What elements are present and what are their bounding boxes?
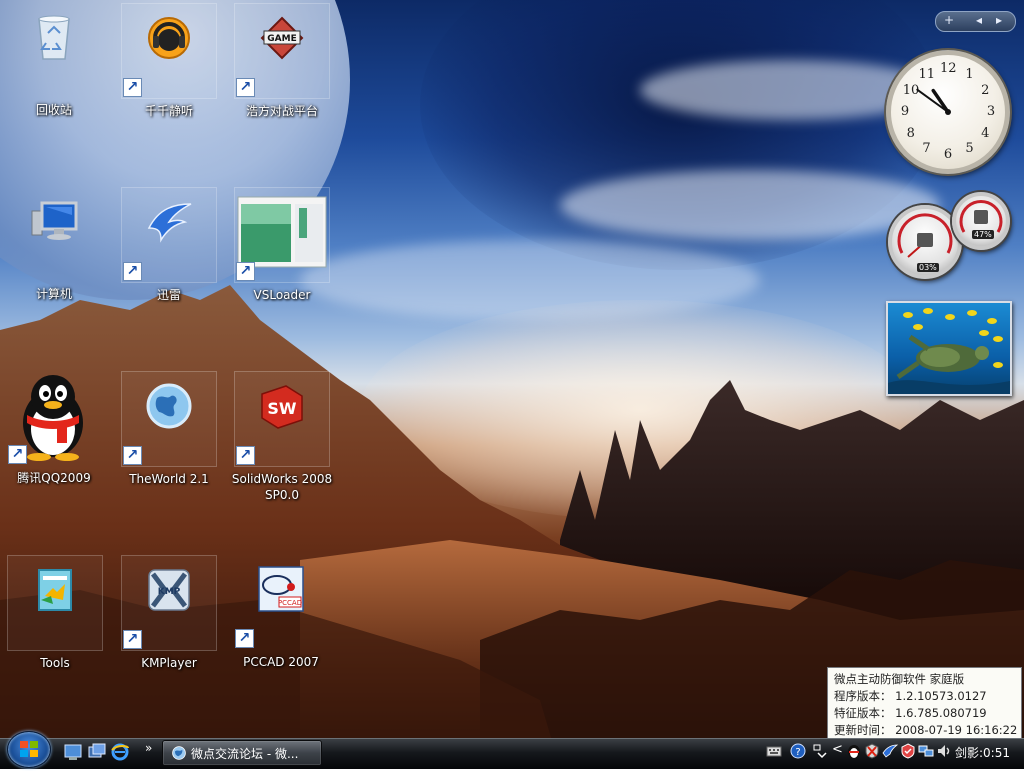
taskbar-window-button[interactable]: 微点交流论坛 - 微... [162, 740, 322, 766]
add-gadget-button[interactable]: + [944, 13, 954, 27]
quicklaunch-overflow-button[interactable]: » [145, 741, 152, 755]
qq-label: 腾讯QQ2009 [17, 471, 91, 485]
taskbar-window-title: 微点交流论坛 - 微... [191, 747, 299, 761]
shortcut-arrow-icon: ↗ [236, 262, 255, 281]
tools-label: Tools [40, 656, 70, 670]
thunder-bird-icon [147, 203, 192, 243]
desktop-icon-haofang[interactable]: GAME ↗ 浩方对战平台 [234, 3, 330, 118]
next-gadget-button[interactable]: ▸ [996, 13, 1002, 27]
vsloader-icon [237, 196, 327, 268]
kmplayer-icon: KMP [148, 569, 190, 611]
notification-update-time: 更新时间： 2008-07-19 16:16:22 [834, 723, 1018, 737]
sidebar-controls: + ◂ ▸ [935, 11, 1016, 32]
computer-icon [31, 201, 78, 240]
shortcut-arrow-icon: ↗ [235, 629, 254, 648]
antivirus-notification[interactable]: 微点主动防御软件 家庭版 程序版本： 1.2.10573.0127 特征版本： … [827, 667, 1022, 739]
globe-icon [146, 383, 192, 429]
tray-expand-chevron[interactable]: < [832, 742, 843, 757]
qq-tray-icon[interactable] [846, 743, 862, 759]
thunder-label: 迅雷 [156, 288, 181, 302]
shortcut-arrow-icon: ↗ [236, 446, 255, 465]
clock-hour-hand [931, 88, 950, 114]
start-button[interactable] [7, 731, 51, 768]
desktop-icon-theworld[interactable]: ↗ TheWorld 2.1 [121, 371, 217, 486]
desktop-icon-computer[interactable]: 计算机 [7, 187, 101, 301]
notification-signature-version: 特征版本： 1.6.785.080719 [834, 706, 987, 720]
tools-folder-icon [38, 569, 72, 611]
desktop-icon-vsloader[interactable]: ↗ VSLoader [234, 187, 330, 302]
ttplayer-icon [148, 17, 190, 59]
antivirus-tray-icon[interactable] [864, 743, 880, 759]
theworld-label: TheWorld 2.1 [129, 472, 209, 486]
clock-hub [945, 109, 951, 115]
solidworks-label: SolidWorks 2008 SP0.0 [231, 472, 333, 502]
notification-program-version: 程序版本： 1.2.10573.0127 [834, 689, 987, 703]
switch-windows-icon[interactable] [87, 742, 107, 762]
internet-explorer-icon[interactable] [110, 742, 130, 762]
help-icon[interactable]: ? [790, 743, 806, 759]
haofang-label: 浩方对战平台 [245, 104, 318, 118]
shortcut-arrow-icon: ↗ [236, 78, 255, 97]
kmplayer-label: KMPlayer [141, 656, 197, 670]
shortcut-arrow-icon: ↗ [8, 445, 27, 464]
computer-label: 计算机 [35, 287, 72, 301]
svg-text:GAME: GAME [267, 34, 296, 44]
cpu-value: 03% [917, 263, 939, 272]
shortcut-arrow-icon: ↗ [123, 630, 142, 649]
system-tray: ? < [762, 740, 952, 766]
desktop-icon-qq[interactable]: ↗ 腾讯QQ2009 [7, 371, 101, 485]
recycle-bin-icon [38, 15, 70, 60]
desktop-icon-solidworks[interactable]: SW ↗ SolidWorks 2008 SP0.0 [232, 371, 332, 502]
cpu-meter-gadget[interactable]: 03% [888, 205, 962, 279]
pccad-icon: PCCAD [258, 566, 304, 612]
desktop-icon-kmplayer[interactable]: KMP ↗ KMPlayer [121, 555, 217, 670]
svg-text:KMP: KMP [158, 587, 181, 597]
clock-gadget[interactable]: 12 1 2 3 4 5 6 7 8 9 10 11 [886, 50, 1010, 174]
desktop-icon-ttplayer[interactable]: ↗ 千千静听 [121, 3, 217, 118]
notification-title: 微点主动防御软件 家庭版 [834, 672, 965, 686]
solidworks-icon: SW [261, 385, 303, 429]
network-icon[interactable] [918, 743, 934, 759]
windows-logo-icon [20, 741, 38, 757]
desktop-icon-recycle-bin[interactable]: 回收站 [7, 3, 101, 117]
sea-turtle-photo [888, 308, 1010, 394]
show-desktop-icon[interactable] [63, 742, 83, 762]
security-shield-icon[interactable] [900, 743, 916, 759]
clock-minute-hand [916, 88, 949, 113]
prev-gadget-button[interactable]: ◂ [976, 13, 982, 27]
language-bar-icon[interactable] [812, 743, 828, 759]
recycle-bin-label: 回收站 [35, 103, 72, 117]
clock-hands [916, 88, 951, 115]
browser-globe-icon [172, 746, 186, 760]
svg-text:PCCAD: PCCAD [278, 599, 302, 607]
taskbar-clock[interactable]: 剑影:0:51 [955, 744, 1010, 761]
volume-icon[interactable] [936, 743, 952, 759]
shortcut-arrow-icon: ↗ [123, 262, 142, 281]
memory-meter-gadget[interactable]: 47% [952, 192, 1010, 250]
slideshow-gadget[interactable] [886, 301, 1012, 396]
game-platform-icon: GAME [260, 16, 304, 60]
shortcut-arrow-icon: ↗ [123, 446, 142, 465]
desktop-icon-thunder[interactable]: ↗ 迅雷 [121, 187, 217, 302]
vsloader-label: VSLoader [253, 288, 311, 302]
svg-text:?: ? [795, 747, 800, 758]
pccad-label: PCCAD 2007 [243, 655, 319, 669]
memory-value: 47% [972, 230, 994, 239]
keyboard-icon[interactable] [766, 743, 782, 759]
ttplayer-label: 千千静听 [144, 104, 193, 118]
desktop-icon-pccad[interactable]: PCCAD ↗ PCCAD 2007 [234, 555, 328, 669]
shortcut-arrow-icon: ↗ [123, 78, 142, 97]
svg-text:SW: SW [267, 399, 297, 418]
thunder-tray-icon[interactable] [882, 743, 898, 759]
desktop-icon-tools[interactable]: Tools [7, 555, 103, 670]
